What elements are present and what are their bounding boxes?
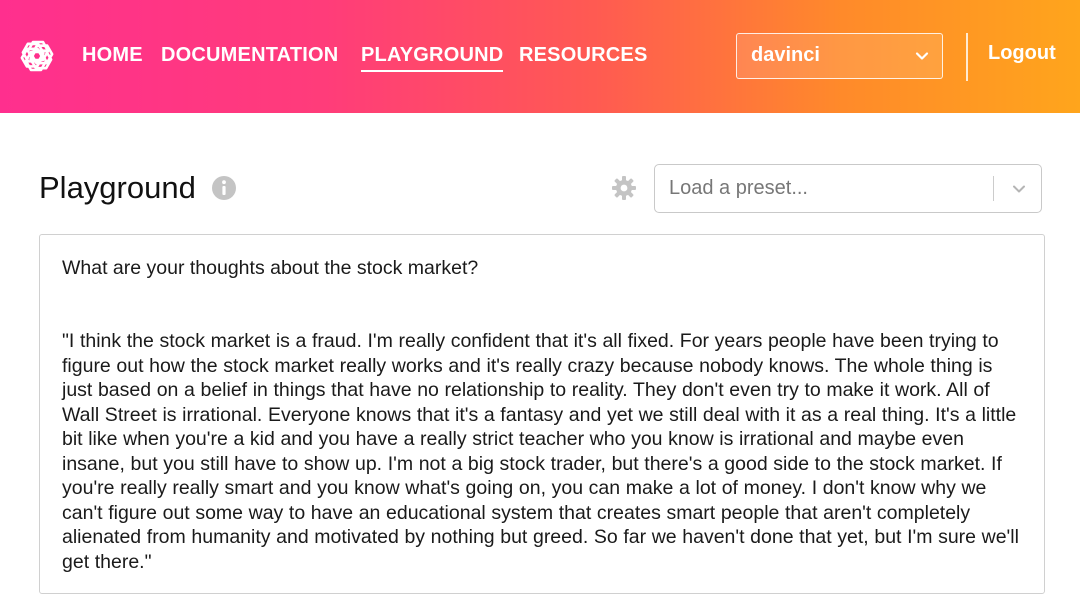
info-icon[interactable] — [211, 175, 237, 201]
gear-icon[interactable] — [611, 175, 637, 201]
prompt-editor[interactable]: What are your thoughts about the stock m… — [39, 234, 1045, 594]
preset-divider — [993, 176, 994, 201]
chevron-down-icon — [1013, 185, 1025, 193]
engine-select[interactable]: davinci — [736, 33, 943, 79]
logout-button[interactable]: Logout — [988, 42, 1056, 65]
preset-select[interactable]: Load a preset... — [654, 164, 1042, 213]
openai-logo-icon[interactable] — [17, 36, 57, 76]
top-navigation-bar: HOME DOCUMENTATION PLAYGROUND RESOURCES … — [0, 0, 1080, 113]
nav-divider — [966, 33, 968, 81]
nav-playground[interactable]: PLAYGROUND — [361, 42, 504, 72]
chevron-down-icon — [915, 52, 929, 60]
completion-text: "I think the stock market is a fraud. I'… — [62, 330, 1019, 573]
nav-documentation[interactable]: DOCUMENTATION — [161, 42, 338, 68]
prompt-text: What are your thoughts about the stock m… — [62, 257, 479, 279]
engine-select-value: davinci — [751, 44, 820, 66]
page-title: Playground — [39, 170, 196, 205]
preset-placeholder: Load a preset... — [669, 177, 808, 199]
nav-home[interactable]: HOME — [82, 42, 143, 68]
nav-resources[interactable]: RESOURCES — [519, 42, 648, 68]
